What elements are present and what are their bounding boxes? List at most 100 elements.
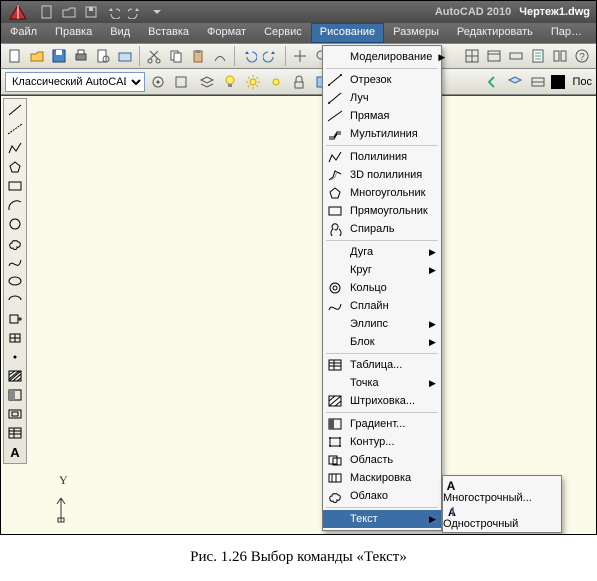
qat-undo-icon[interactable]: [105, 4, 121, 20]
menu-item-облако[interactable]: Облако: [323, 487, 441, 505]
cut-icon[interactable]: [144, 46, 164, 66]
menu-parametric[interactable]: Параметриза: [542, 23, 596, 43]
menu-item-точка[interactable]: Точка▶: [323, 374, 441, 392]
menu-item-маскировка[interactable]: Маскировка: [323, 469, 441, 487]
region-icon[interactable]: [4, 405, 26, 423]
freeze-icon[interactable]: [266, 72, 286, 92]
rectangle-icon[interactable]: [4, 177, 26, 195]
menu-item-прямоугольник[interactable]: Прямоугольник: [323, 202, 441, 220]
qat-redo-icon[interactable]: [127, 4, 143, 20]
lock-icon[interactable]: [289, 72, 309, 92]
app-logo[interactable]: [1, 1, 35, 23]
submenu-arrow-icon: ▶: [429, 378, 435, 389]
menu-modify[interactable]: Редактировать: [448, 23, 542, 43]
layer-icon[interactable]: [197, 72, 217, 92]
menu-format[interactable]: Формат: [198, 23, 255, 43]
color-swatch[interactable]: [551, 75, 565, 89]
polyline-icon[interactable]: [4, 139, 26, 157]
menu-item-луч[interactable]: Луч: [323, 89, 441, 107]
toolbar-icon[interactable]: [506, 46, 526, 66]
design-center-icon[interactable]: [550, 46, 570, 66]
spline-icon[interactable]: [4, 253, 26, 271]
circle-icon[interactable]: [4, 215, 26, 233]
submenu-multiline-text[interactable]: A Многострочный...: [443, 478, 561, 504]
menu-item-контур[interactable]: Контур...: [323, 433, 441, 451]
menu-item-многоугольник[interactable]: Многоугольник: [323, 184, 441, 202]
layer-prev-icon[interactable]: [482, 72, 502, 92]
menu-item-icon: [326, 185, 344, 201]
gradient-icon[interactable]: [4, 386, 26, 404]
menu-tools[interactable]: Сервис: [255, 23, 311, 43]
drawing-canvas[interactable]: A Y: [1, 95, 596, 534]
menu-item-полилиния[interactable]: Полилиния: [323, 148, 441, 166]
menu-view[interactable]: Вид: [101, 23, 139, 43]
construction-line-icon[interactable]: [4, 120, 26, 138]
make-block-icon[interactable]: [4, 329, 26, 347]
menu-draw[interactable]: Рисование: [311, 23, 384, 43]
menu-item-дуга[interactable]: Дуга▶: [323, 243, 441, 261]
window-icon[interactable]: [484, 46, 504, 66]
new-icon[interactable]: [5, 46, 25, 66]
grid-icon[interactable]: [462, 46, 482, 66]
menu-item-круг[interactable]: Круг▶: [323, 261, 441, 279]
menu-item-мультилиния[interactable]: Мультилиния: [323, 125, 441, 143]
pan-icon[interactable]: [290, 46, 310, 66]
sun-icon[interactable]: [243, 72, 263, 92]
menu-item-штриховка[interactable]: Штриховка...: [323, 392, 441, 410]
qat-open-icon[interactable]: [61, 4, 77, 20]
ellipse-icon[interactable]: [4, 272, 26, 290]
match-icon[interactable]: [210, 46, 230, 66]
paste-icon[interactable]: [188, 46, 208, 66]
ellipse-arc-icon[interactable]: [4, 291, 26, 309]
menu-file[interactable]: Файл: [1, 23, 46, 43]
arc-icon[interactable]: [4, 196, 26, 214]
menu-item-градиент[interactable]: Градиент...: [323, 415, 441, 433]
menu-item-3d полилиния[interactable]: 3D полилиния: [323, 166, 441, 184]
menu-item-icon: [326, 90, 344, 106]
lightbulb-icon[interactable]: [220, 72, 240, 92]
line-icon[interactable]: [4, 101, 26, 119]
menu-item-спираль[interactable]: Спираль: [323, 220, 441, 238]
qat-new-icon[interactable]: [39, 4, 55, 20]
preview-icon[interactable]: [93, 46, 113, 66]
properties-icon[interactable]: [528, 46, 548, 66]
undo-icon[interactable]: [239, 46, 259, 66]
table-icon[interactable]: [4, 424, 26, 442]
qat-save-icon[interactable]: [83, 4, 99, 20]
copy-icon[interactable]: [166, 46, 186, 66]
menu-item-отрезок[interactable]: Отрезок: [323, 71, 441, 89]
submenu-single-line-text[interactable]: A Однострочный: [443, 504, 561, 530]
menu-dimension[interactable]: Размеры: [384, 23, 448, 43]
polygon-icon[interactable]: [4, 158, 26, 176]
revision-cloud-icon[interactable]: [4, 234, 26, 252]
qat-dropdown-icon[interactable]: [149, 4, 165, 20]
menu-bar: Файл Правка Вид Вставка Формат Сервис Ри…: [1, 23, 596, 43]
menu-item-моделирование[interactable]: Моделирование▶: [323, 48, 441, 66]
redo-icon[interactable]: [261, 46, 281, 66]
layer-manager-icon[interactable]: [528, 72, 548, 92]
hatch-icon[interactable]: [4, 367, 26, 385]
insert-block-icon[interactable]: [4, 310, 26, 328]
menu-item-сплайн[interactable]: Сплайн: [323, 297, 441, 315]
save-icon[interactable]: [49, 46, 69, 66]
quick-access-toolbar: [35, 4, 165, 20]
menu-item-кольцо[interactable]: Кольцо: [323, 279, 441, 297]
menu-item-область[interactable]: Область: [323, 451, 441, 469]
workspace-select[interactable]: Классический AutoCAD: [5, 72, 145, 92]
menu-item-текст[interactable]: Текст▶: [323, 510, 441, 528]
open-icon[interactable]: [27, 46, 47, 66]
workspace-settings-icon[interactable]: [148, 72, 168, 92]
mtext-icon[interactable]: A: [4, 443, 26, 461]
help-icon[interactable]: ?: [572, 46, 592, 66]
publish-icon[interactable]: [115, 46, 135, 66]
print-icon[interactable]: [71, 46, 91, 66]
menu-item-прямая[interactable]: Прямая: [323, 107, 441, 125]
workspace-save-icon[interactable]: [171, 72, 191, 92]
layer-state-icon[interactable]: [505, 72, 525, 92]
menu-insert[interactable]: Вставка: [139, 23, 198, 43]
menu-item-таблица[interactable]: Таблица...: [323, 356, 441, 374]
menu-item-блок[interactable]: Блок▶: [323, 333, 441, 351]
point-icon[interactable]: [4, 348, 26, 366]
menu-item-эллипс[interactable]: Эллипс▶: [323, 315, 441, 333]
menu-edit[interactable]: Правка: [46, 23, 101, 43]
